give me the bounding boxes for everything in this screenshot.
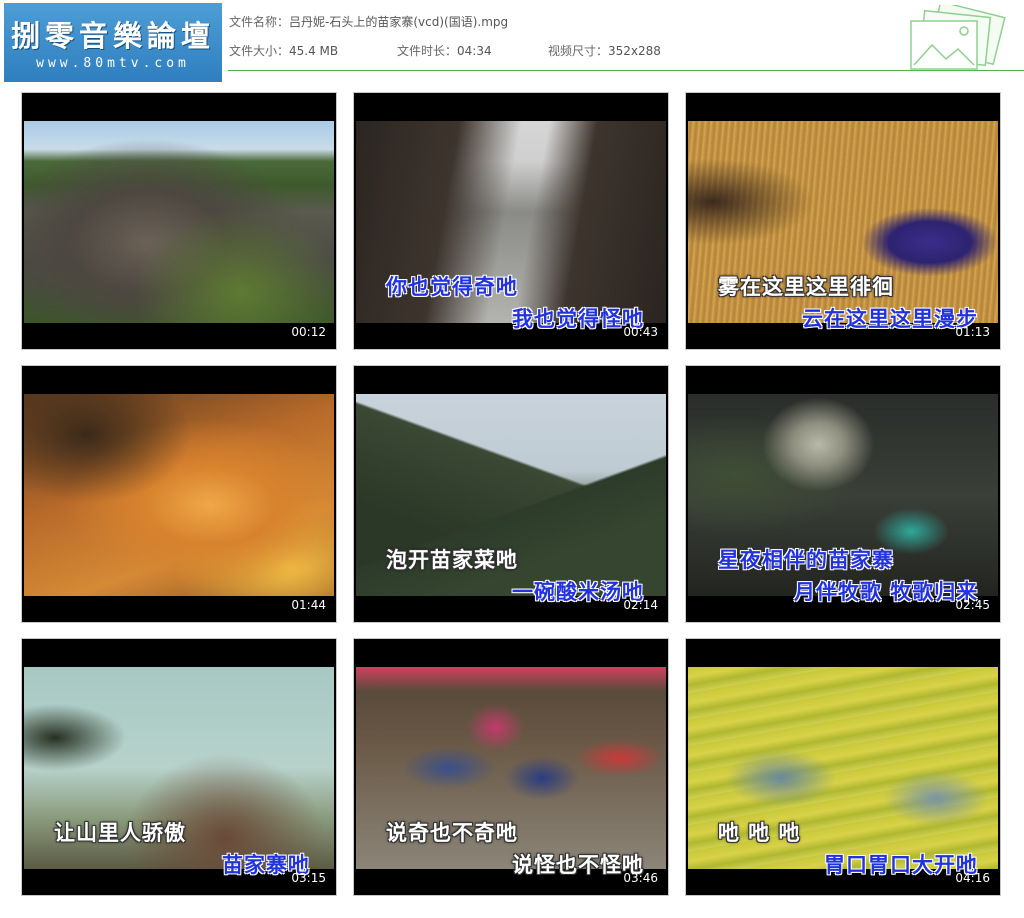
thumbnail-timestamp: 02:14 <box>623 598 658 612</box>
thumbnail-timestamp: 01:13 <box>955 325 990 339</box>
video-resolution-value: 352x288 <box>608 44 661 58</box>
file-name-row: 文件名称：吕丹妮-石头上的苗家寨(vcd)(国语).mpg <box>229 13 508 30</box>
logo-url: www.80mtv.com <box>36 56 190 71</box>
thumbnail-8[interactable]: 说奇也不奇吔 说怪也不怪吔 03:46 <box>353 638 669 896</box>
thumbnail-timestamp: 01:44 <box>291 598 326 612</box>
thumbnail-timestamp: 03:15 <box>291 871 326 885</box>
subtitle-line-1: 泡开苗家菜吔 <box>386 548 518 572</box>
thumbnail-timestamp: 00:43 <box>623 325 658 339</box>
file-size-row: 文件大小：45.4 MB <box>229 42 338 59</box>
thumbnail-2[interactable]: 你也觉得奇吔 我也觉得怪吔 00:43 <box>353 92 669 350</box>
subtitle-line-2: 月伴牧歌 牧歌归来 <box>794 580 979 604</box>
file-size-label: 文件大小： <box>229 44 290 58</box>
thumbnail-image-village-aerial <box>24 121 334 323</box>
file-duration-value: 04:34 <box>457 44 492 58</box>
thumbnail-timestamp: 02:45 <box>955 598 990 612</box>
thumbnail-4[interactable]: 01:44 <box>21 365 337 623</box>
file-size-value: 45.4 MB <box>289 44 339 58</box>
logo-title: 捌零音樂論壇 <box>10 19 215 53</box>
file-duration-row: 文件时长：04:34 <box>397 42 492 59</box>
thumbnail-timestamp: 04:16 <box>955 871 990 885</box>
subtitle-line-1: 说奇也不奇吔 <box>386 821 518 845</box>
subtitle-line-1: 雾在这里这里徘徊 <box>718 275 894 299</box>
subtitle-line-1: 让山里人骄傲 <box>54 821 186 845</box>
thumbnail-6[interactable]: 星夜相伴的苗家寨 月伴牧歌 牧歌归来 02:45 <box>685 365 1001 623</box>
thumbnail-3[interactable]: 雾在这里这里徘徊 云在这里这里漫步 01:13 <box>685 92 1001 350</box>
forum-logo: 捌零音樂論壇 www.80mtv.com <box>4 3 222 82</box>
file-name-label: 文件名称： <box>229 15 290 29</box>
thumbnail-image-cooking-food <box>24 394 334 596</box>
thumbnail-timestamp: 00:12 <box>291 325 326 339</box>
thumbnail-9[interactable]: 吔 吔 吔 胃口胃口大开吔 04:16 <box>685 638 1001 896</box>
thumbnail-1[interactable]: 00:12 <box>21 92 337 350</box>
thumbnail-7[interactable]: 让山里人骄傲 苗家寨吔 03:15 <box>21 638 337 896</box>
file-name-value: 吕丹妮-石头上的苗家寨(vcd)(国语).mpg <box>289 15 509 29</box>
subtitle-line-1: 你也觉得奇吔 <box>386 275 518 299</box>
video-resolution-label: 视频尺寸： <box>548 44 609 58</box>
subtitle-line-1: 吔 吔 吔 <box>718 821 801 845</box>
file-duration-label: 文件时长： <box>397 44 458 58</box>
header-divider <box>228 70 1024 71</box>
thumbnail-5[interactable]: 泡开苗家菜吔 一碗酸米汤吔 02:14 <box>353 365 669 623</box>
video-resolution-row: 视频尺寸：352x288 <box>548 42 661 59</box>
subtitle-line-2: 云在这里这里漫步 <box>802 307 978 331</box>
subtitle-line-1: 星夜相伴的苗家寨 <box>718 548 894 572</box>
picture-stack-icon <box>910 5 1006 70</box>
thumbnail-timestamp: 03:46 <box>623 871 658 885</box>
